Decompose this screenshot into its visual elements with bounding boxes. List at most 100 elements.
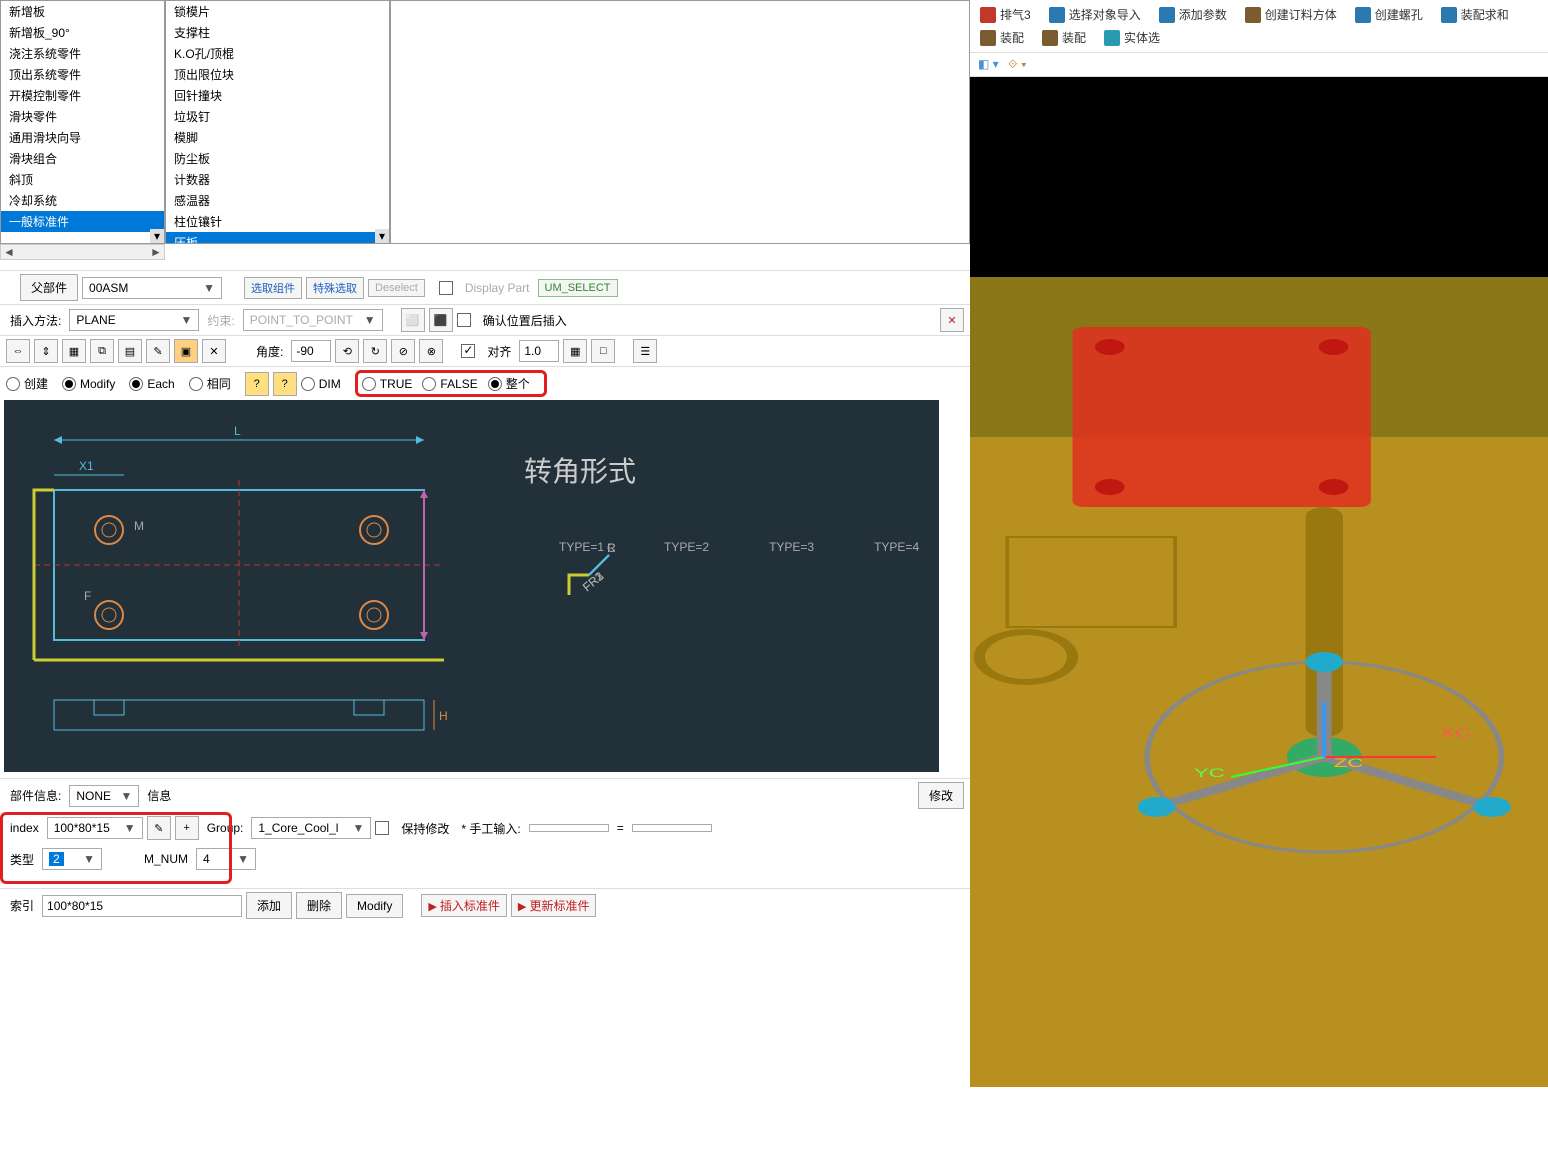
add-button[interactable]: 添加 <box>246 892 292 919</box>
subcategory-listbox[interactable]: 锁模片支撑柱K.O孔/顶棍顶出限位块回针撞块垃圾钉模脚防尘板计数器感温器柱位镶针… <box>165 0 390 244</box>
angle-tool3-icon[interactable]: ⊗ <box>419 339 443 363</box>
parent-part-combo[interactable]: 00ASM▼ <box>82 277 222 299</box>
close-icon[interactable]: ✕ <box>940 308 964 332</box>
delete-button[interactable]: 删除 <box>296 892 342 919</box>
list-item[interactable]: 模脚 <box>166 127 389 148</box>
list-item[interactable]: 锁模片 <box>166 1 389 22</box>
delete-icon[interactable]: ✕ <box>202 339 226 363</box>
list-item[interactable]: 顶出限位块 <box>166 64 389 85</box>
select-component-button[interactable]: 选取组件 <box>244 277 302 299</box>
list-item[interactable]: 新增板 <box>1 1 164 22</box>
constraint-combo[interactable]: POINT_TO_POINT▼ <box>243 309 383 331</box>
ribbon-item[interactable]: 装配 <box>980 29 1024 46</box>
index-edit-icon[interactable]: ✎ <box>147 816 171 840</box>
angle-tool1-icon[interactable]: ↻ <box>363 339 387 363</box>
list-item[interactable]: 柱位镶针 <box>166 211 389 232</box>
list-item[interactable]: 垃圾钉 <box>166 106 389 127</box>
search-input[interactable]: 100*80*15 <box>42 895 242 917</box>
list-item[interactable]: 冷却系统 <box>1 190 164 211</box>
array-icon[interactable]: ▦ <box>62 339 86 363</box>
list-item[interactable]: 开模控制零件 <box>1 85 164 106</box>
chevron-down-icon[interactable]: ▾ <box>150 229 164 243</box>
list-item[interactable]: 滑块组合 <box>1 148 164 169</box>
mnum-combo[interactable]: 4▼ <box>196 848 256 870</box>
parent-part-button[interactable]: 父部件 <box>20 274 78 301</box>
manual-input-right[interactable] <box>632 824 712 832</box>
um-select-button[interactable]: UM_SELECT <box>538 279 618 297</box>
3d-viewport[interactable]: XC YC ZC <box>970 77 1548 1087</box>
angle-input[interactable]: -90 <box>291 340 331 362</box>
false-radio[interactable]: FALSE <box>422 377 477 391</box>
true-radio[interactable]: TRUE <box>362 377 413 391</box>
ribbon-item[interactable]: 实体选 <box>1104 29 1160 46</box>
list-item[interactable]: 通用滑块向导 <box>1 127 164 148</box>
list-item[interactable]: K.O孔/顶棍 <box>166 43 389 64</box>
ribbon-item[interactable]: 选择对象导入 <box>1049 6 1141 23</box>
ribbon-item[interactable]: 排气3 <box>980 6 1031 23</box>
modify-radio[interactable]: Modify <box>62 377 115 391</box>
deselect-button[interactable]: Deselect <box>368 279 425 297</box>
create-radio[interactable]: 创建 <box>6 375 48 392</box>
align-list-icon[interactable]: ☰ <box>633 339 657 363</box>
manual-input-left[interactable] <box>529 824 609 832</box>
dim-radio[interactable]: DIM <box>301 377 341 391</box>
list-item[interactable]: 顶出系统零件 <box>1 64 164 85</box>
mirror-v-icon[interactable]: ⇕ <box>34 339 58 363</box>
list-item[interactable]: 浇注系统零件 <box>1 43 164 64</box>
help2-icon[interactable]: ? <box>273 372 297 396</box>
chevron-down-icon[interactable]: ▾ <box>375 229 389 243</box>
list-item[interactable]: 一般标准件 <box>1 211 164 232</box>
mini-toolbar[interactable]: ◧ ▾ ⟐ ▾ <box>970 52 1548 77</box>
list-item[interactable]: 斜顶 <box>1 169 164 190</box>
list-item[interactable]: 支撑柱 <box>166 22 389 43</box>
part-info-combo[interactable]: NONE▼ <box>69 785 139 807</box>
ribbon-icon <box>1245 7 1261 23</box>
each-radio[interactable]: Each <box>129 377 174 391</box>
ribbon-item[interactable]: 创建螺孔 <box>1355 6 1423 23</box>
list-item[interactable]: 新增板_90° <box>1 22 164 43</box>
type-combo[interactable]: 2▼ <box>42 848 102 870</box>
grid-icon[interactable]: ▤ <box>118 339 142 363</box>
special-select-button[interactable]: 特殊选取 <box>306 277 364 299</box>
align-grid-icon[interactable]: ▦ <box>563 339 587 363</box>
confirm-insert-checkbox[interactable] <box>457 313 471 327</box>
align-input[interactable]: 1.0 <box>519 340 559 362</box>
list-item[interactable]: 滑块零件 <box>1 106 164 127</box>
axis-icon[interactable]: ⟐ ▾ <box>1008 57 1027 71</box>
modify-info-button[interactable]: 修改 <box>918 782 964 809</box>
index-combo[interactable]: 100*80*15▼ <box>47 817 143 839</box>
cube-icon[interactable]: ◧ ▾ <box>978 57 999 71</box>
list-item[interactable]: 感温器 <box>166 190 389 211</box>
modify-button[interactable]: Modify <box>346 894 403 918</box>
whole-radio[interactable]: 整个 <box>488 375 530 392</box>
list-item[interactable]: 回针撞块 <box>166 85 389 106</box>
ribbon-item[interactable]: 装配 <box>1042 29 1086 46</box>
layer-icon[interactable]: ▣ <box>174 339 198 363</box>
ribbon-item[interactable]: 创建订料方体 <box>1245 6 1337 23</box>
tool-icon-1[interactable]: ⬜ <box>401 308 425 332</box>
align-box-icon[interactable]: □ <box>591 339 615 363</box>
angle-tool2-icon[interactable]: ⊘ <box>391 339 415 363</box>
insert-method-combo[interactable]: PLANE▼ <box>69 309 199 331</box>
angle-reset-icon[interactable]: ⟲ <box>335 339 359 363</box>
copy-icon[interactable]: ⧉ <box>90 339 114 363</box>
tool-icon-2[interactable]: ⬛ <box>429 308 453 332</box>
list-item[interactable]: 计数器 <box>166 169 389 190</box>
update-std-button[interactable]: ▶ 更新标准件 <box>511 894 597 917</box>
keep-modify-checkbox[interactable] <box>375 821 389 835</box>
edit-icon[interactable]: ✎ <box>146 339 170 363</box>
align-checkbox[interactable] <box>461 344 475 358</box>
ribbon-item[interactable]: 装配求和 <box>1441 6 1509 23</box>
insert-std-button[interactable]: ▶ 插入标准件 <box>421 894 507 917</box>
category-listbox[interactable]: 新增板新增板_90°浇注系统零件顶出系统零件开模控制零件滑块零件通用滑块向导滑块… <box>0 0 165 244</box>
group-combo[interactable]: 1_Core_Cool_l▼ <box>251 817 371 839</box>
hscroll[interactable]: ◄► <box>0 244 165 260</box>
help1-icon[interactable]: ? <box>245 372 269 396</box>
mirror-h-icon[interactable]: ⇔ <box>6 339 30 363</box>
ribbon-item[interactable]: 添加参数 <box>1159 6 1227 23</box>
display-part-checkbox[interactable] <box>439 281 453 295</box>
same-radio[interactable]: 相同 <box>189 375 231 392</box>
index-add-icon[interactable]: + <box>175 816 199 840</box>
list-item[interactable]: 防尘板 <box>166 148 389 169</box>
list-item[interactable]: 压板 <box>166 232 389 244</box>
